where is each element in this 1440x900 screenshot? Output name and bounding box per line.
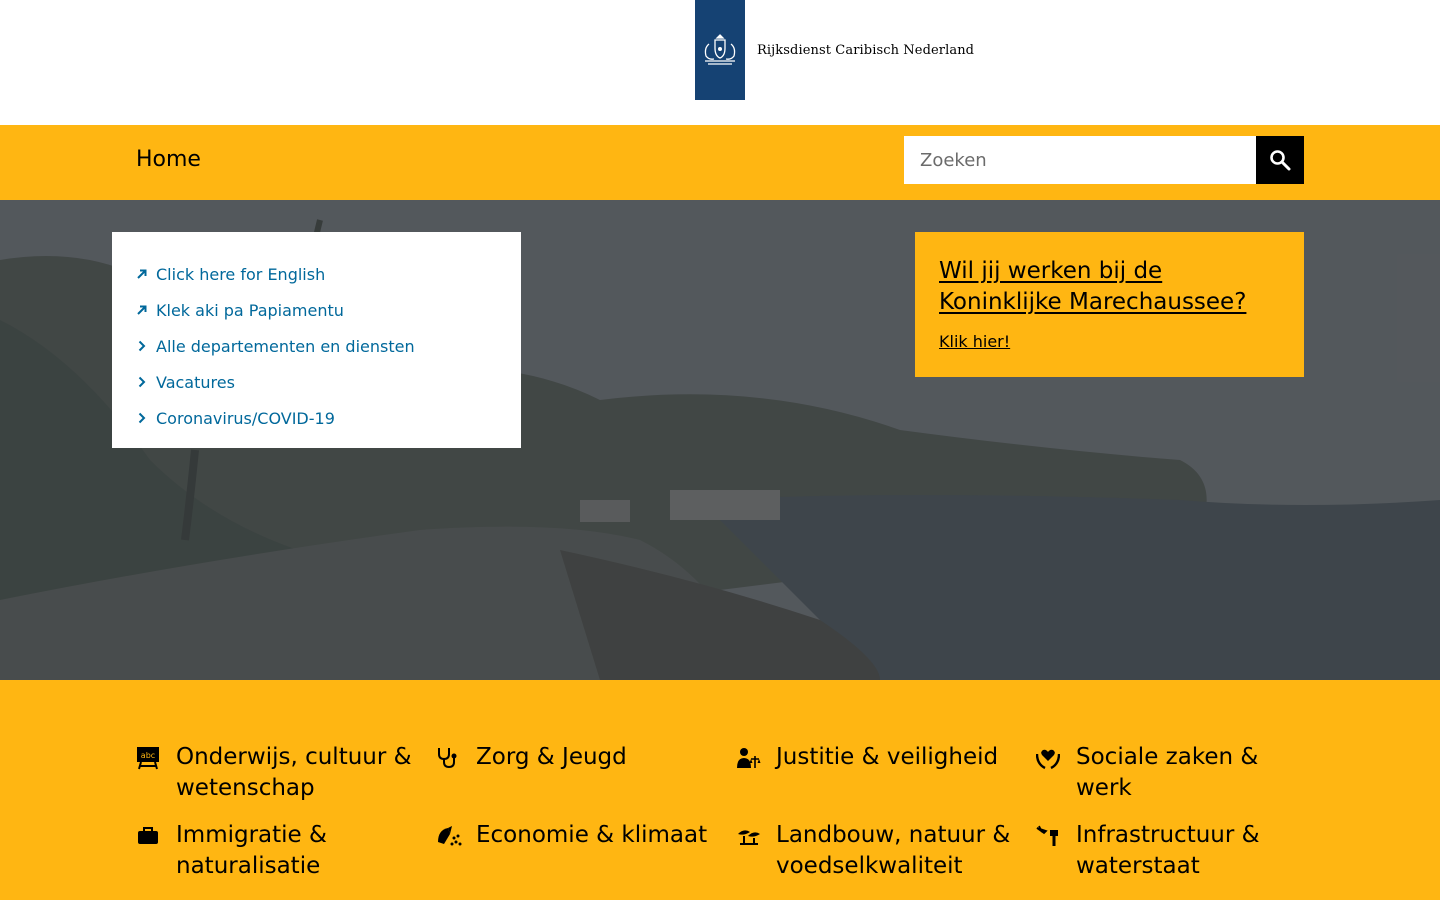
topic-justitie[interactable]: Justitie & veiligheid [736, 742, 1016, 773]
quicklink-departementen[interactable]: Alle departementen en diensten [136, 336, 415, 356]
justice-icon [736, 742, 776, 770]
quicklink-papiamentu[interactable]: Klek aki pa Papiamentu [136, 300, 344, 320]
topic-label: Onderwijs, cultuur & wetenschap [176, 744, 412, 801]
hero-section: Click here for English Klek aki pa Papia… [0, 200, 1440, 680]
topic-landbouw[interactable]: Landbouw, natuur & voedselkwaliteit [736, 820, 1016, 882]
coat-of-arms-icon [695, 0, 745, 100]
topic-sociale-zaken[interactable]: Sociale zaken & werk [1036, 742, 1316, 804]
quicklink-label: Coronavirus/COVID-19 [156, 408, 335, 428]
quicklink-label: Alle departementen en diensten [156, 336, 415, 356]
list-item: Click here for English [136, 256, 497, 292]
topic-label: Zorg & Jeugd [476, 744, 627, 770]
promo-cta-link[interactable]: Klik hier! [939, 332, 1010, 351]
search-input[interactable] [904, 136, 1256, 184]
economy-icon [436, 820, 476, 848]
quicklinks-panel: Click here for English Klek aki pa Papia… [112, 232, 521, 448]
search-icon [1270, 150, 1291, 171]
topic-immigratie[interactable]: Immigratie & naturalisatie [136, 820, 416, 882]
stethoscope-icon [436, 742, 476, 770]
quicklink-english[interactable]: Click here for English [136, 264, 325, 284]
topic-zorg[interactable]: Zorg & Jeugd [436, 742, 716, 773]
main-navigation: Home [0, 125, 1440, 200]
quicklink-label: Klek aki pa Papiamentu [156, 300, 344, 320]
topic-label: Justitie & veiligheid [776, 744, 999, 770]
topic-onderwijs[interactable]: abc Onderwijs, cultuur & wetenschap [136, 742, 416, 804]
topic-infrastructuur[interactable]: Infrastructuur & waterstaat [1036, 820, 1316, 882]
svg-text:abc: abc [141, 751, 155, 760]
search-form [904, 136, 1304, 184]
agriculture-icon [736, 820, 776, 848]
quicklink-label: Click here for English [156, 264, 326, 284]
topics-section: abc Onderwijs, cultuur & wetenschap Zorg… [0, 680, 1440, 900]
topic-label: Landbouw, natuur & voedselkwaliteit [776, 822, 1011, 879]
nav-home-link[interactable]: Home [136, 147, 201, 172]
topic-label: Economie & klimaat [476, 822, 708, 848]
heart-hands-icon [1036, 742, 1076, 770]
topic-economie[interactable]: Economie & klimaat [436, 820, 716, 851]
quicklink-coronavirus[interactable]: Coronavirus/COVID-19 [136, 408, 335, 428]
search-button[interactable] [1256, 136, 1304, 184]
list-item: Alle departementen en diensten [136, 328, 497, 364]
site-header: Rijksdienst Caribisch Nederland [0, 0, 1440, 125]
briefcase-icon [136, 820, 176, 848]
infrastructure-icon [1036, 820, 1076, 848]
promo-title-link[interactable]: Wil jij werken bij de Koninklijke Marech… [939, 256, 1280, 318]
quicklink-label: Vacatures [156, 372, 235, 392]
chevron-right-icon [136, 408, 156, 428]
logo-text: Rijksdienst Caribisch Nederland [757, 42, 975, 58]
topic-label: Infrastructuur & waterstaat [1076, 822, 1260, 879]
chevron-right-icon [136, 336, 156, 356]
logo-link[interactable]: Rijksdienst Caribisch Nederland [695, 0, 974, 100]
quicklink-vacatures[interactable]: Vacatures [136, 372, 235, 392]
topic-label: Immigratie & naturalisatie [176, 822, 327, 879]
quicklinks-list: Click here for English Klek aki pa Papia… [136, 256, 497, 436]
list-item: Klek aki pa Papiamentu [136, 292, 497, 328]
external-arrow-icon [136, 264, 156, 284]
chevron-right-icon [136, 372, 156, 392]
external-arrow-icon [136, 300, 156, 320]
list-item: Coronavirus/COVID-19 [136, 400, 497, 436]
school-board-icon: abc [136, 742, 176, 770]
promo-card: Wil jij werken bij de Koninklijke Marech… [915, 232, 1304, 377]
list-item: Vacatures [136, 364, 497, 400]
topic-label: Sociale zaken & werk [1076, 744, 1259, 801]
